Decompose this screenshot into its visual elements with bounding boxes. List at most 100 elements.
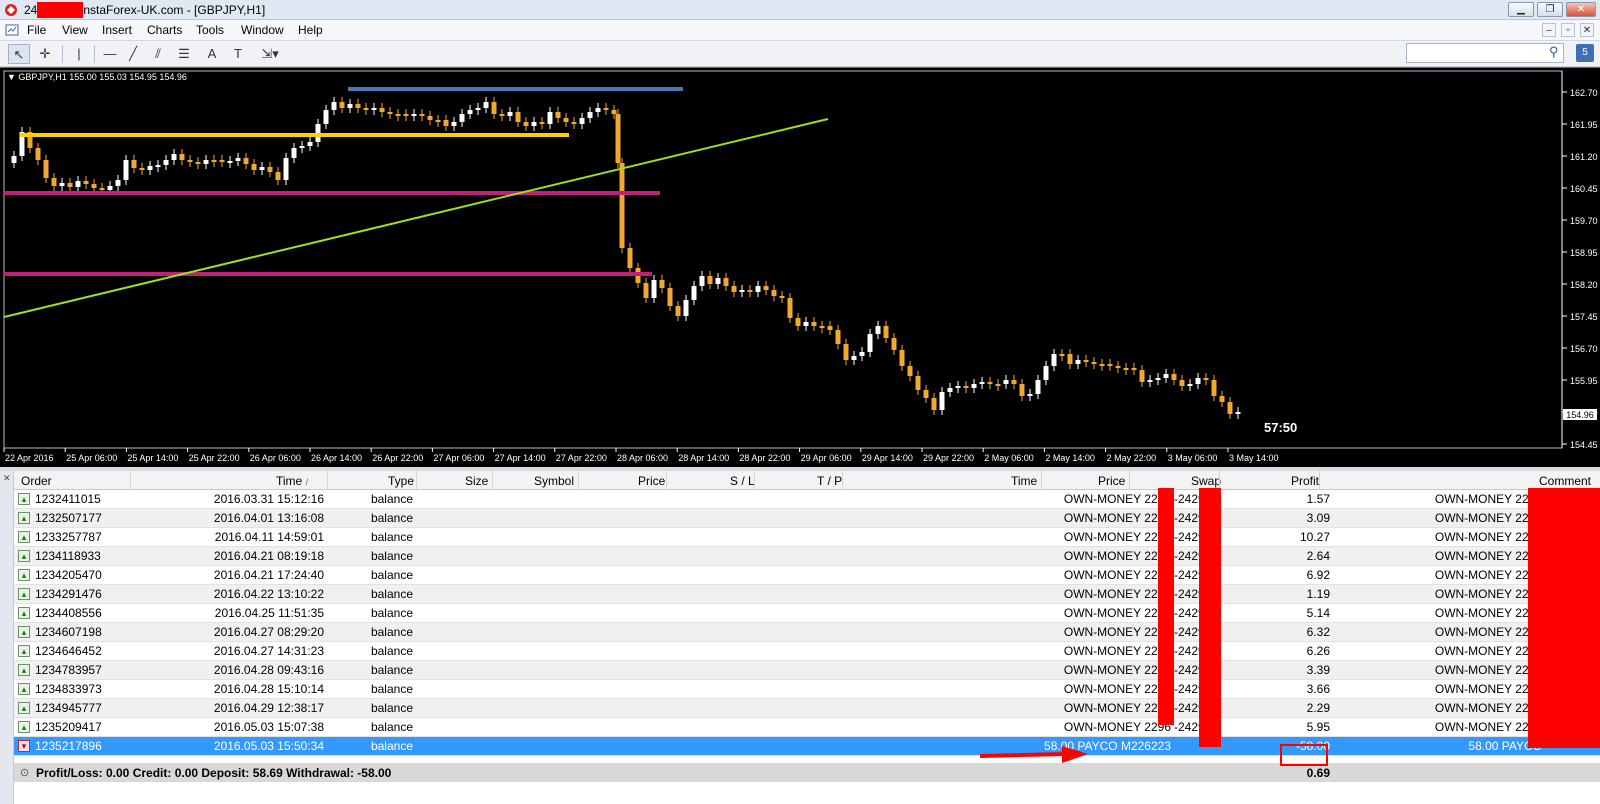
comment-cell: OWN-MONEY 2296 <box>1434 492 1542 506</box>
candle-body <box>859 352 865 356</box>
price-cell: OWN-MONEY 2296 <box>1063 587 1171 601</box>
vertical-line-icon[interactable]: | <box>68 44 90 64</box>
price-chart[interactable]: 162.70 161.95 161.20 160.45 159.70 158.95 158.… <box>0 67 1600 467</box>
time-tick-label: 3 May 14:00 <box>1229 453 1279 463</box>
deposit-icon: ▴ <box>18 721 30 733</box>
annotation-box <box>1280 744 1328 766</box>
price-cell: OWN-MONEY 2296 <box>1063 568 1171 582</box>
menu-tools[interactable]: Tools <box>196 23 224 37</box>
candle-body <box>123 160 129 180</box>
profit-cell: 5.95 <box>1306 720 1330 734</box>
minimize-button[interactable]: ▁ <box>1508 2 1534 17</box>
candle-body <box>995 384 1001 386</box>
header-size[interactable]: Size <box>465 474 488 488</box>
price-cell: OWN-MONEY 2296 <box>1063 720 1171 734</box>
candle-body <box>899 350 905 366</box>
maximize-button[interactable]: ❐ <box>1537 2 1563 17</box>
mdi-minimize-button[interactable]: – <box>1542 23 1556 37</box>
candle-body <box>1187 384 1193 386</box>
trendline-green <box>3 118 829 318</box>
fibonacci-icon[interactable]: ☰ <box>173 44 195 64</box>
summary-text: Profit/Loss: 0.00 Credit: 0.00 Deposit: … <box>36 766 392 780</box>
close-icon[interactable]: ✕ <box>3 473 11 484</box>
time-tick-label: 3 May 06:00 <box>1168 453 1218 463</box>
candle-body <box>723 278 729 286</box>
table-row[interactable]: ▴ 1233257787 2016.04.11 14:59:01 balance OWN… <box>14 528 1600 547</box>
menu-window[interactable]: Window <box>241 23 284 37</box>
candle-body <box>459 114 465 122</box>
time-cell: 2016.04.25 11:51:35 <box>214 606 324 620</box>
time-tick-label: 27 Apr 14:00 <box>495 453 546 463</box>
candle-body <box>675 306 681 316</box>
time-tick-label: 2 May 06:00 <box>984 453 1034 463</box>
arrows-icon[interactable]: ⇲▾ <box>255 44 285 64</box>
candle-body <box>411 114 417 116</box>
menu-charts[interactable]: Charts <box>147 23 182 37</box>
close-button[interactable]: ✕ <box>1566 2 1596 17</box>
table-row[interactable]: ▴ 1234783957 2016.04.28 09:43:16 balance OWN… <box>14 661 1600 680</box>
order-cell: 1235217896 <box>35 739 102 753</box>
table-row[interactable]: ▴ 1234118933 2016.04.21 08:19:18 balance OWN… <box>14 547 1600 566</box>
candle-body <box>643 283 649 298</box>
candle-body <box>171 154 177 160</box>
table-row[interactable]: ▴ 1234607198 2016.04.27 08:29:20 balance OWN… <box>14 623 1600 642</box>
table-row[interactable]: ▴ 1234291476 2016.04.22 13:10:22 balance OWN… <box>14 585 1600 604</box>
horizontal-line-icon[interactable]: — <box>99 44 121 64</box>
candle-body <box>35 148 41 160</box>
header-close-time[interactable]: Time <box>1011 474 1037 488</box>
mdi-close-button[interactable]: ✕ <box>1580 23 1594 37</box>
time-cell: 2016.04.21 17:24:40 <box>213 568 324 582</box>
order-cell: 1234408556 <box>35 606 102 620</box>
menu-file[interactable]: File <box>27 23 46 37</box>
header-order[interactable]: Order <box>21 474 52 488</box>
cursor-icon[interactable]: ↖ <box>8 44 30 64</box>
header-tp[interactable]: T / P <box>817 474 842 488</box>
equidistant-channel-icon[interactable]: ⫽ <box>147 44 169 64</box>
time-tick-label: 27 Apr 22:00 <box>556 453 607 463</box>
menu-view[interactable]: View <box>62 23 88 37</box>
table-row[interactable]: ▴ 1235209417 2016.05.03 15:07:38 balance OWN… <box>14 718 1600 737</box>
candle-body <box>1195 378 1201 384</box>
candle-body <box>1123 368 1129 370</box>
chart-canvas[interactable]: 162.70 161.95 161.20 160.45 159.70 158.95 158.… <box>0 68 1600 468</box>
candles-group <box>11 97 1241 419</box>
table-row[interactable]: ▴ 1234833973 2016.04.28 15:10:14 balance OWN… <box>14 680 1600 699</box>
mdi-restore-button[interactable]: ▫ <box>1561 23 1575 37</box>
menu-help[interactable]: Help <box>298 23 323 37</box>
chart-window-icon[interactable] <box>5 23 19 37</box>
menu-insert[interactable]: Insert <box>102 23 132 37</box>
header-price[interactable]: Price <box>638 474 665 488</box>
table-row[interactable]: ▴ 1232507177 2016.04.01 13:16:08 balance OWN… <box>14 509 1600 528</box>
trendline-icon[interactable]: ╱ <box>122 44 144 64</box>
header-profit[interactable]: Profit <box>1291 474 1319 488</box>
text-icon[interactable]: A <box>201 44 223 64</box>
header-time[interactable]: Time / <box>276 474 308 488</box>
search-icon[interactable]: ⚲ <box>1549 44 1563 60</box>
type-cell: balance <box>370 606 413 620</box>
price-tick-label: 155.95 <box>1570 376 1598 386</box>
header-sl[interactable]: S / L <box>730 474 755 488</box>
comment-cell: 58.00 PAYCO <box>1468 739 1542 753</box>
price-tick-label: 160.45 <box>1570 184 1598 194</box>
table-row[interactable]: ▴ 1234945777 2016.04.29 12:38:17 balance OWN… <box>14 699 1600 718</box>
candle-body <box>1115 366 1121 368</box>
candle-body <box>1075 360 1081 364</box>
withdrawal-icon: ▾ <box>18 740 30 752</box>
news-icon[interactable]: 5 <box>1576 44 1594 62</box>
header-symbol[interactable]: Symbol <box>534 474 574 488</box>
table-row[interactable]: ▴ 1234646452 2016.04.27 14:31:23 balance OWN… <box>14 642 1600 661</box>
header-close-price[interactable]: Price <box>1098 474 1125 488</box>
search-input[interactable] <box>1406 43 1564 63</box>
header-swap[interactable]: Swap <box>1191 474 1221 488</box>
text-label-icon[interactable]: T <box>227 44 249 64</box>
header-type[interactable]: Type <box>388 474 414 488</box>
candle-body <box>371 108 377 110</box>
table-row[interactable]: ▴ 1232411015 2016.03.31 15:12:16 balance OWN… <box>14 490 1600 509</box>
table-row[interactable]: ▴ 1234205470 2016.04.21 17:24:40 balance OWN… <box>14 566 1600 585</box>
header-comment[interactable]: Comment <box>1539 474 1591 488</box>
crosshair-icon[interactable]: ✛ <box>34 44 56 64</box>
candle-body <box>107 186 113 190</box>
table-row[interactable]: ▴ 1234408556 2016.04.25 11:51:35 balance OWN… <box>14 604 1600 623</box>
deposit-icon: ▴ <box>18 493 30 505</box>
table-row[interactable]: ▾ 1235217896 2016.05.03 15:50:34 balance 58.… <box>14 737 1600 756</box>
